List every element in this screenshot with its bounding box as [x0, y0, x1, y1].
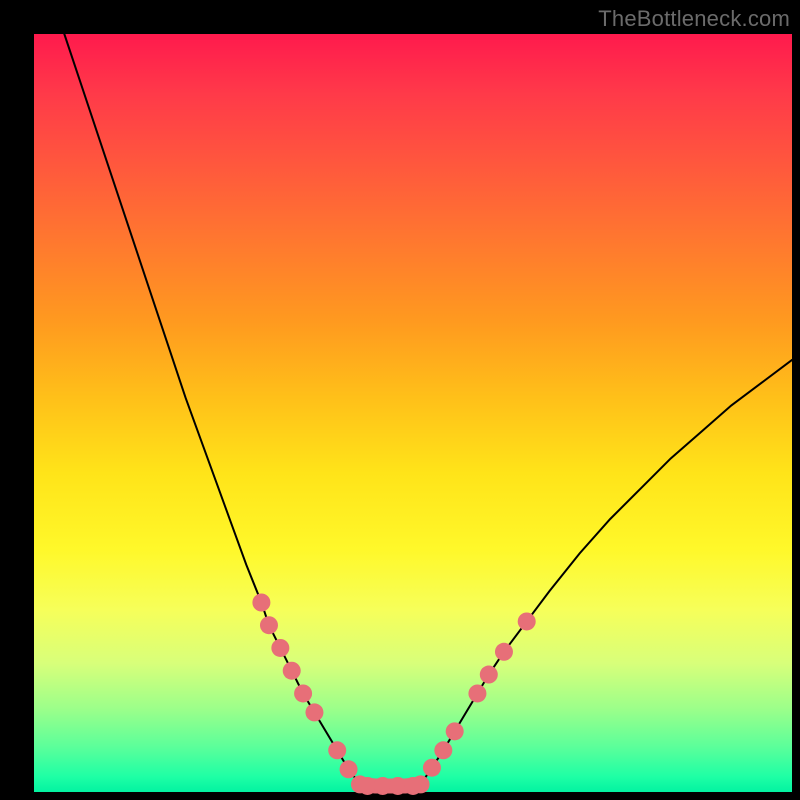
chart-marker	[480, 666, 498, 684]
chart-marker	[340, 760, 358, 778]
chart-marker	[328, 741, 346, 759]
chart-marker	[446, 722, 464, 740]
watermark-text: TheBottleneck.com	[598, 6, 790, 32]
chart-marker	[468, 684, 486, 702]
chart-marker	[305, 703, 323, 721]
chart-marker	[260, 616, 278, 634]
chart-line-left-curve	[64, 34, 360, 784]
chart-marker	[495, 643, 513, 661]
chart-frame: TheBottleneck.com	[0, 0, 800, 800]
chart-marker	[518, 612, 536, 630]
chart-line-right-curve	[421, 360, 792, 784]
chart-marker	[434, 741, 452, 759]
chart-marker	[404, 777, 422, 795]
chart-marker	[283, 662, 301, 680]
chart-marker	[271, 639, 289, 657]
chart-marker	[294, 684, 312, 702]
chart-svg	[34, 34, 792, 792]
chart-marker	[423, 759, 441, 777]
chart-marker	[252, 594, 270, 612]
